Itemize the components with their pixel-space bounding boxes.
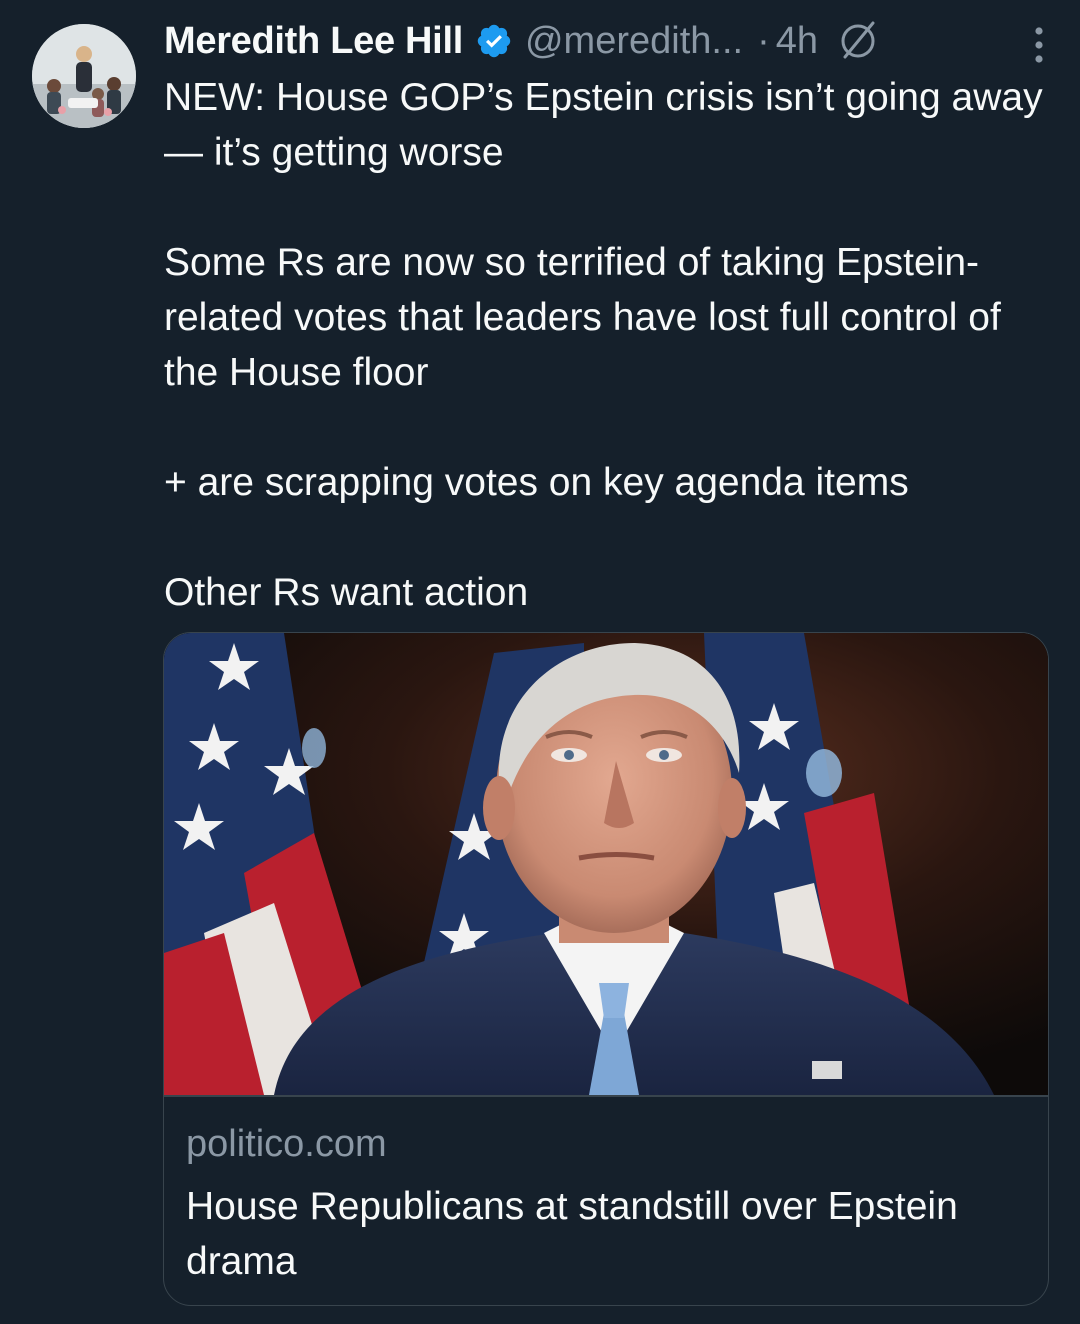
link-card[interactable]: politico.com House Republicans at stands… — [163, 632, 1049, 1306]
card-divider — [164, 1095, 1048, 1097]
author-avatar[interactable] — [32, 24, 136, 128]
more-vertical-icon[interactable] — [1032, 26, 1046, 64]
tweet-header: Meredith Lee Hill @meredith... · 4h — [164, 14, 1056, 68]
link-card-image — [164, 633, 1048, 1095]
verified-badge-icon — [477, 24, 511, 58]
author-name[interactable]: Meredith Lee Hill — [164, 20, 463, 63]
header-separator: · — [757, 19, 770, 62]
tweet[interactable]: Meredith Lee Hill @meredith... · 4h NEW:… — [0, 0, 1080, 1324]
tweet-text: NEW: House GOP’s Epstein crisis isn’t go… — [164, 76, 1043, 614]
avatar-photo — [32, 24, 136, 128]
article-photo — [164, 633, 1048, 1095]
grok-icon[interactable] — [836, 19, 880, 63]
link-card-domain: politico.com — [186, 1123, 387, 1165]
author-handle[interactable]: @meredith... — [525, 20, 743, 63]
link-card-title[interactable]: House Republicans at standstill over Eps… — [186, 1179, 1026, 1289]
tweet-timestamp[interactable]: 4h — [776, 20, 818, 63]
